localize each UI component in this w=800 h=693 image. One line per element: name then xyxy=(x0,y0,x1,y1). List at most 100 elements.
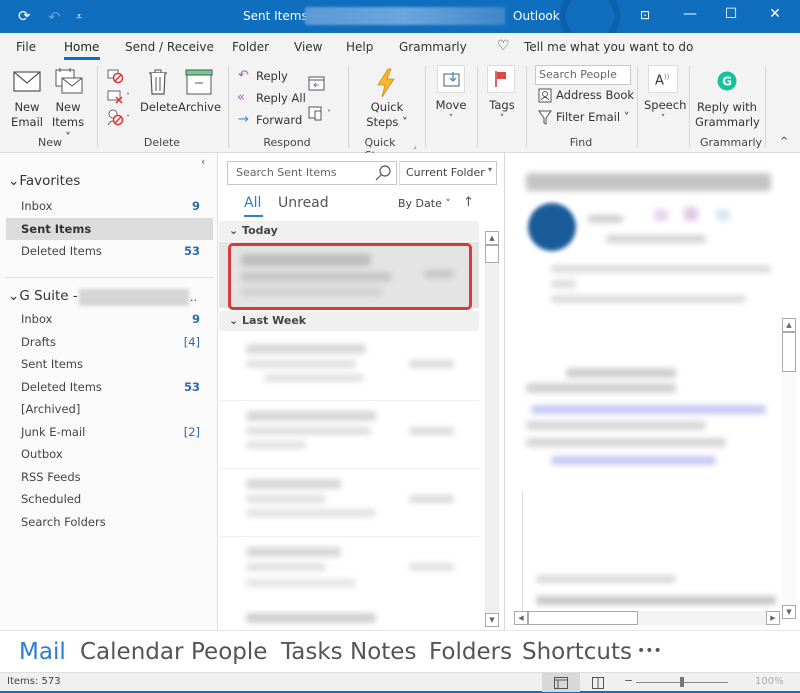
envelope-icon xyxy=(13,71,41,92)
ribbon-display-options-icon[interactable]: ⊡ xyxy=(635,8,655,22)
sort-by-date-dropdown[interactable]: By Date ˅ xyxy=(398,197,451,210)
message-list-pane: Search Sent Items Current Folder ▾ All Un… xyxy=(219,153,505,630)
nav-folders[interactable]: Folders xyxy=(429,639,512,665)
filter-all-tab[interactable]: All xyxy=(244,195,261,211)
active-filter-indicator xyxy=(244,215,263,217)
reading-pane-horizontal-scrollbar[interactable]: ◀ ▶ xyxy=(514,611,780,625)
grammarly-icon: G xyxy=(717,71,737,91)
customize-quick-access-icon[interactable]: ⩡ xyxy=(76,10,82,24)
nav-shortcuts[interactable]: Shortcuts xyxy=(522,639,632,665)
sort-direction-arrow-icon[interactable]: ↑ xyxy=(463,195,474,210)
scrollbar-thumb[interactable] xyxy=(485,245,499,263)
separator xyxy=(477,66,478,148)
search-people-input[interactable]: Search People xyxy=(535,65,631,85)
group-label-respond: Respond xyxy=(263,136,311,149)
group-header-last-week[interactable]: ⌄ Last Week xyxy=(219,311,479,331)
svg-text:˅: ˅ xyxy=(327,109,331,118)
message-item[interactable] xyxy=(234,403,479,465)
nav-calendar[interactable]: Calendar xyxy=(80,639,183,665)
chevron-down-icon: ⌄ xyxy=(8,288,20,304)
message-item[interactable] xyxy=(234,471,479,533)
nav-people[interactable]: People xyxy=(191,639,267,665)
chevron-down-icon: ˅ xyxy=(448,114,454,124)
redacted-link[interactable] xyxy=(531,405,766,414)
chevron-down-icon: ⌄ xyxy=(229,314,243,327)
separator xyxy=(348,66,349,148)
separator xyxy=(689,66,690,148)
group-header-today[interactable]: ⌄ Today xyxy=(219,221,479,241)
scroll-left-arrow-icon[interactable]: ◀ xyxy=(514,611,528,625)
tab-help[interactable]: Help xyxy=(346,40,373,54)
separator xyxy=(228,66,229,148)
collapse-pane-icon[interactable]: ‹ xyxy=(201,155,205,168)
lightning-icon xyxy=(377,68,395,98)
divider xyxy=(6,277,213,278)
message-subject xyxy=(526,173,771,191)
nav-notes[interactable]: Notes xyxy=(350,639,416,665)
separator xyxy=(526,66,527,148)
collapse-ribbon-icon[interactable]: ^ xyxy=(780,134,788,149)
more-respond-icon[interactable]: ˅ xyxy=(308,104,336,122)
forward-action-icon[interactable] xyxy=(716,209,730,221)
clean-up-icon[interactable]: ˅ xyxy=(107,89,133,105)
sync-icon[interactable]: ⟳ xyxy=(18,7,31,25)
scroll-down-arrow-icon[interactable]: ▼ xyxy=(782,605,796,619)
tab-send-receive[interactable]: Send / Receive xyxy=(125,40,214,54)
app-name: Outlook xyxy=(513,9,560,23)
read-aloud-icon: A)) xyxy=(655,73,670,89)
highlighted-message-outline xyxy=(228,243,472,310)
tab-view[interactable]: View xyxy=(294,40,322,54)
group-label-grammarly: Grammarly xyxy=(700,136,763,149)
zoom-slider-handle[interactable] xyxy=(680,677,684,687)
reading-view-icon[interactable] xyxy=(592,677,604,689)
ribbon-tabs: File Home Send / Receive Folder View Hel… xyxy=(0,33,800,60)
maximize-button[interactable]: ☐ xyxy=(721,6,741,22)
dialog-launcher-icon[interactable]: ⌟ xyxy=(413,138,417,153)
tab-file[interactable]: File xyxy=(16,40,36,54)
message-list-scrollbar[interactable]: ▲ ▼ xyxy=(485,231,499,627)
nav-mail[interactable]: Mail xyxy=(19,639,66,665)
tab-home[interactable]: Home xyxy=(64,40,99,54)
reply-all-icon: « xyxy=(237,90,245,105)
reading-pane-vertical-scrollbar[interactable]: ▲ ▼ xyxy=(782,318,796,619)
scrollbar-thumb[interactable] xyxy=(782,332,796,372)
close-button[interactable]: ✕ xyxy=(765,6,785,22)
minimize-button[interactable]: — xyxy=(680,6,700,22)
tab-grammarly[interactable]: Grammarly xyxy=(399,40,467,54)
meeting-reply-icon[interactable] xyxy=(308,74,326,92)
redacted-link[interactable] xyxy=(551,456,716,465)
zoom-out-button[interactable]: − xyxy=(624,674,633,687)
tab-folder[interactable]: Folder xyxy=(232,40,269,54)
junk-icon[interactable]: ˅ xyxy=(107,109,133,127)
lightbulb-icon: ♡ xyxy=(497,38,510,54)
zoom-level[interactable]: 100% xyxy=(755,676,784,687)
forward-icon: → xyxy=(238,112,249,127)
search-scope-dropdown[interactable]: Current Folder ▾ xyxy=(399,161,497,185)
ignore-icon[interactable] xyxy=(107,68,123,84)
chevron-down-icon: ˅ xyxy=(499,114,505,124)
scroll-down-arrow-icon[interactable]: ▼ xyxy=(485,613,499,627)
search-icon[interactable] xyxy=(375,165,391,181)
message-item[interactable] xyxy=(234,336,479,398)
scroll-up-arrow-icon[interactable]: ▲ xyxy=(782,318,796,332)
nav-tasks[interactable]: Tasks xyxy=(281,639,343,665)
scroll-up-arrow-icon[interactable]: ▲ xyxy=(485,231,499,245)
reading-pane: ▲ ▼ ◀ ▶ xyxy=(506,153,800,630)
undo-icon[interactable]: ↶ xyxy=(48,8,61,26)
flag-icon xyxy=(495,71,506,87)
redacted-account-email xyxy=(79,289,189,306)
search-sent-items-input[interactable]: Search Sent Items xyxy=(227,161,397,185)
normal-view-button[interactable] xyxy=(542,673,580,692)
scrollbar-thumb[interactable] xyxy=(528,611,638,625)
reply-icon: ↶ xyxy=(238,68,249,83)
reply-action-icon[interactable] xyxy=(654,209,668,221)
scroll-right-arrow-icon[interactable]: ▶ xyxy=(766,611,780,625)
filter-unread-tab[interactable]: Unread xyxy=(278,195,329,211)
favorites-header[interactable]: ⌄Favorites xyxy=(8,173,80,189)
separator xyxy=(765,66,766,148)
tell-me-input[interactable]: Tell me what you want to do xyxy=(524,40,693,54)
message-item[interactable] xyxy=(234,539,479,627)
account-header[interactable]: ⌄G Suite - xyxy=(8,288,78,304)
more-apps-icon[interactable]: ••• xyxy=(637,643,662,659)
reply-all-action-icon[interactable] xyxy=(684,207,698,221)
